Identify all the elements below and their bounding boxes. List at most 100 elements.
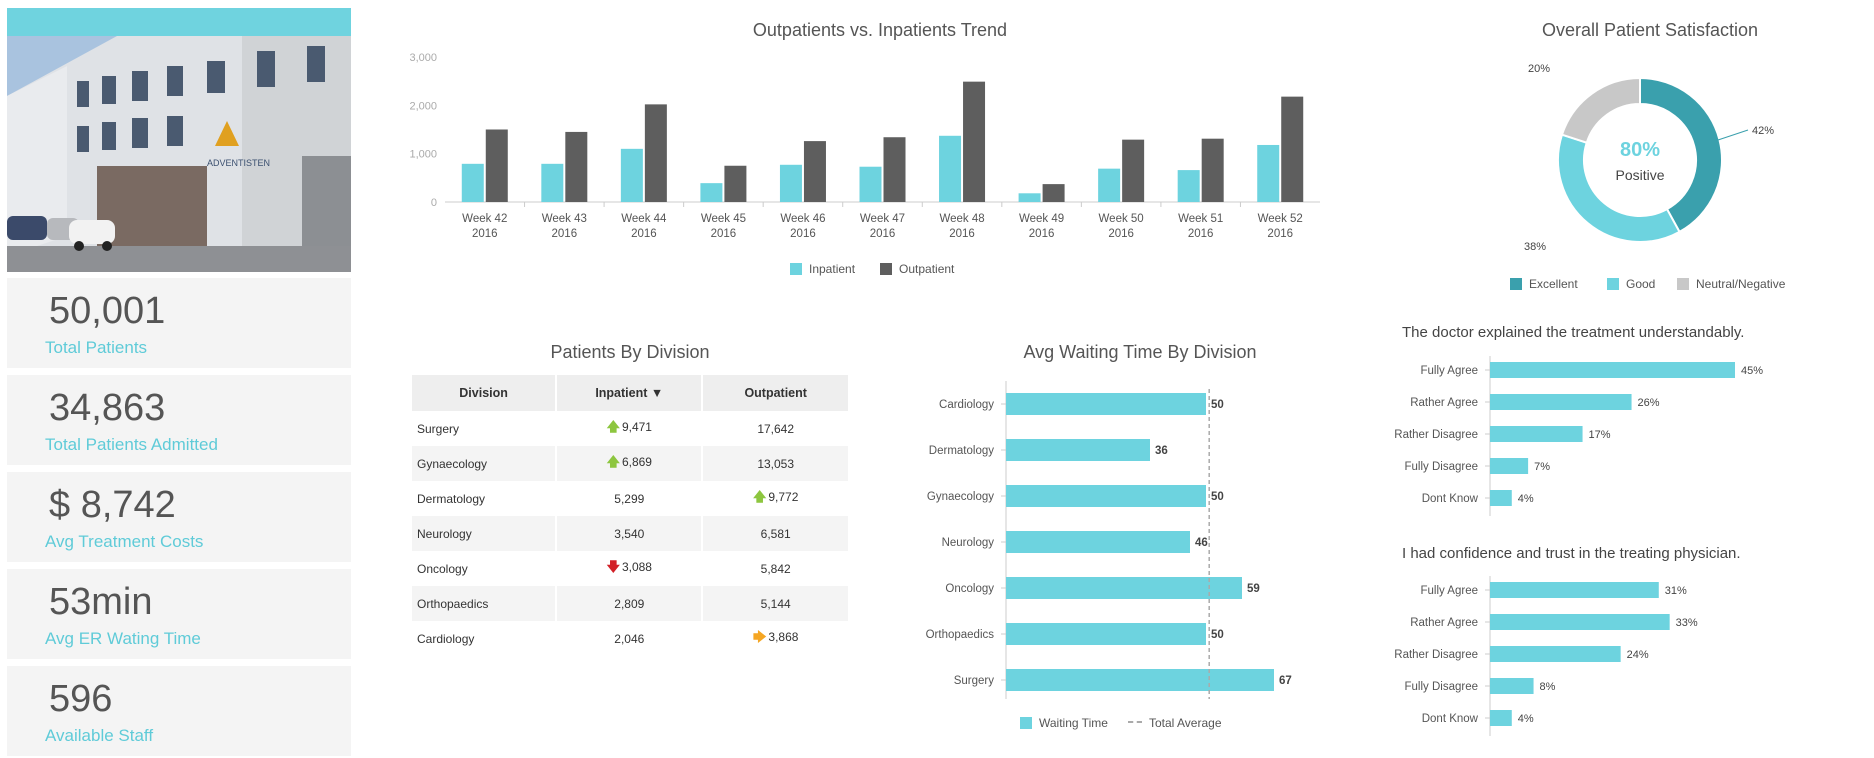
category-label: Rather Disagree (1394, 429, 1478, 441)
survey1-title: The doctor explained the treatment under… (1402, 324, 1745, 341)
table-row: Neurology 3,540 6,581 (412, 516, 850, 551)
bar-inpatient (1098, 168, 1121, 202)
category-label: Rather Agree (1410, 617, 1478, 629)
kpi-card-total-patients: 50,001 Total Patients (7, 278, 351, 368)
table-row: Dermatology 5,299 🡅 9,772 (412, 481, 850, 516)
legend-inpatient[interactable]: Inpatient (790, 262, 855, 276)
x-tick-label: 2016 (949, 228, 975, 240)
x-tick-label: 2016 (1108, 228, 1134, 240)
table-header-row: Division Inpatient ▼ Outpatient (412, 375, 850, 411)
x-tick-label: Week 42 (462, 213, 507, 225)
column-header-division[interactable]: Division (412, 375, 558, 411)
division-table: Division Inpatient ▼ Outpatient Surgery … (412, 375, 850, 656)
bar-inpatient (461, 163, 484, 202)
survey-bar (1490, 362, 1735, 378)
bar-waiting-time (1006, 531, 1190, 553)
table-row: Oncology 🡇 3,088 5,842 (412, 551, 850, 586)
legend-swatch (1607, 278, 1619, 290)
kpi-label: Total Patients (45, 338, 148, 357)
kpi-label: Avg ER Wating Time (45, 629, 201, 648)
x-tick-label: Week 50 (1099, 213, 1144, 225)
bar-outpatient (803, 141, 826, 202)
cell-inpatient: 🡅 6,869 (556, 446, 704, 481)
satisfaction-donut: 80% Positive 20% 42% 38% (1524, 63, 1774, 253)
cell-division: Neurology (412, 516, 558, 551)
bar-outpatient (1201, 138, 1224, 202)
cell-inpatient: 🡇 3,088 (556, 551, 704, 586)
donut-center-value: 80% (1620, 139, 1660, 161)
cell-division: Cardiology (412, 621, 558, 656)
x-tick-label: Week 43 (542, 213, 587, 225)
x-tick-label: Week 51 (1178, 213, 1223, 225)
bar-outpatient (1122, 139, 1145, 202)
cell-division: Orthopaedics (412, 586, 558, 621)
x-tick-label: 2016 (472, 228, 498, 240)
category-label: Rather Disagree (1394, 649, 1478, 661)
cell-outpatient: 6,581 (702, 516, 850, 551)
trend-down-icon: 🡇 (606, 558, 620, 574)
hospital-photo: ADVENTISTEN (7, 36, 351, 272)
survey-bar (1490, 646, 1621, 662)
legend-swatch (790, 263, 802, 275)
bar-inpatient (1177, 170, 1200, 202)
cell-outpatient: 5,144 (702, 586, 850, 621)
x-tick-label: 2016 (711, 228, 737, 240)
cell-inpatient: 2,046 (556, 621, 704, 656)
legend-excellent[interactable]: Excellent (1510, 277, 1578, 291)
bar-waiting-time (1006, 439, 1150, 461)
donut-center-label: Positive (1615, 167, 1664, 183)
category-label: Neurology (942, 537, 995, 549)
legend-label: Waiting Time (1039, 716, 1108, 730)
legend-outpatient[interactable]: Outpatient (880, 262, 954, 276)
legend-label: Excellent (1529, 277, 1578, 291)
x-tick-label: Week 49 (1019, 213, 1064, 225)
legend-line (1128, 721, 1142, 723)
bar-outpatient (644, 104, 667, 202)
bar-inpatient (700, 183, 723, 202)
survey2-chart: Fully Agree 31% Rather Agree 33% Rather Disa… (1394, 576, 1698, 736)
x-tick-label: Week 47 (860, 213, 905, 225)
cell-inpatient: 3,540 (556, 516, 704, 551)
bar-waiting-time (1006, 623, 1206, 645)
cell-outpatient: 13,053 (702, 446, 850, 481)
kpi-card-total-admitted: 34,863 Total Patients Admitted (7, 375, 351, 465)
kpi-label: Available Staff (45, 726, 154, 745)
cell-division: Gynaecology (412, 446, 558, 481)
column-header-outpatient[interactable]: Outpatient (702, 375, 850, 411)
cell-outpatient: 🡆 3,868 (702, 621, 850, 656)
legend-swatch (1020, 717, 1032, 729)
division-table-title: Patients By Division (550, 342, 710, 362)
y-tick-label: 2,000 (409, 100, 437, 112)
data-label: 33% (1676, 617, 1698, 629)
table-row: Surgery 🡅 9,471 17,642 (412, 411, 850, 446)
x-tick-label: Week 44 (621, 213, 667, 225)
x-tick-label: 2016 (552, 228, 578, 240)
bar-inpatient (939, 135, 962, 202)
legend-label: Good (1626, 277, 1656, 291)
data-label: 50 (1211, 399, 1224, 411)
legend-neutral[interactable]: Neutral/Negative (1677, 277, 1785, 291)
kpi-value: 50,001 (49, 290, 166, 332)
x-tick-label: Week 45 (701, 213, 746, 225)
column-header-inpatient[interactable]: Inpatient ▼ (556, 375, 704, 411)
x-tick-label: 2016 (631, 228, 657, 240)
kpi-label: Total Patients Admitted (45, 435, 218, 454)
trend-chart: 0 1,000 2,000 3,000 Week 42 2016 Week 43 2016 We… (409, 52, 1320, 240)
legend-waiting-time[interactable]: Waiting Time (1020, 716, 1108, 730)
legend-good[interactable]: Good (1607, 277, 1655, 291)
x-tick-label: 2016 (870, 228, 896, 240)
data-label: 8% (1540, 681, 1556, 693)
survey-bar (1490, 710, 1512, 726)
kpi-card-er-waiting: 53min Avg ER Wating Time (7, 569, 351, 659)
x-tick-label: Week 48 (939, 213, 984, 225)
x-tick-label: 2016 (1267, 228, 1293, 240)
bar-waiting-time (1006, 485, 1206, 507)
bar-outpatient (565, 131, 588, 202)
survey1-chart: Fully Agree 45% Rather Agree 26% Rather Disa… (1394, 356, 1763, 516)
data-label: 4% (1518, 713, 1534, 725)
legend-total-average[interactable]: Total Average (1128, 716, 1222, 730)
y-tick-label: 3,000 (409, 52, 437, 64)
cell-value: 9,772 (768, 489, 799, 504)
category-label: Fully Disagree (1405, 681, 1479, 693)
survey-bar (1490, 614, 1670, 630)
